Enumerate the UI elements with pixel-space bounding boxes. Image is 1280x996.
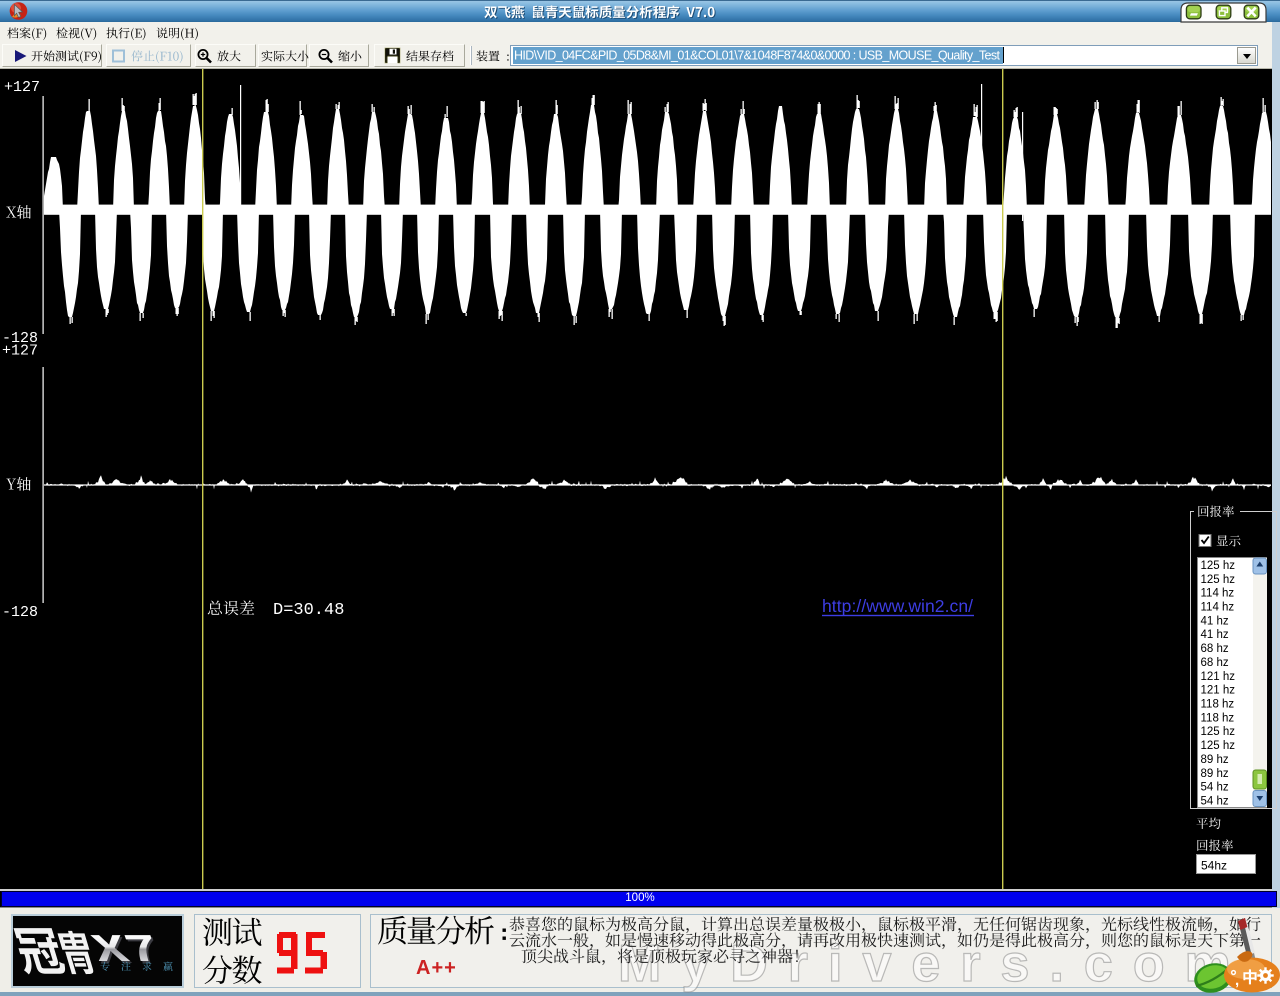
svg-text:125 hz: 125 hz	[1201, 740, 1236, 752]
svg-text:41 hz: 41 hz	[1201, 629, 1229, 641]
svg-text:+127: +127	[2, 343, 38, 360]
svg-text:HID\VID_04FC&PID_05D8&MI_01&CO: HID\VID_04FC&PID_05D8&MI_01&COL01\7&1048…	[514, 49, 1001, 63]
svg-text:A++: A++	[416, 957, 457, 979]
svg-text:89 hz: 89 hz	[1201, 754, 1229, 766]
svg-text:http://www.win2.cn/: http://www.win2.cn/	[822, 596, 973, 616]
svg-text:89 hz: 89 hz	[1201, 768, 1229, 780]
svg-text:125 hz: 125 hz	[1201, 574, 1236, 586]
svg-text:125 hz: 125 hz	[1201, 726, 1236, 738]
svg-text:54 hz: 54 hz	[1201, 782, 1229, 794]
svg-text:+127: +127	[4, 79, 40, 96]
svg-text:125 hz: 125 hz	[1201, 560, 1236, 572]
svg-text:114 hz: 114 hz	[1201, 588, 1235, 600]
svg-text:54 hz: 54 hz	[1201, 796, 1229, 808]
svg-text:-128: -128	[2, 604, 38, 621]
svg-text:121 hz: 121 hz	[1201, 685, 1236, 697]
svg-text:D=30.48: D=30.48	[273, 601, 344, 620]
svg-text:54hz: 54hz	[1201, 859, 1227, 873]
svg-text:118 hz: 118 hz	[1201, 699, 1235, 711]
svg-text:68 hz: 68 hz	[1201, 643, 1229, 655]
svg-text:41 hz: 41 hz	[1201, 615, 1229, 627]
svg-text:118 hz: 118 hz	[1201, 712, 1235, 724]
svg-text:121 hz: 121 hz	[1201, 671, 1236, 683]
svg-text:,: ,	[1235, 972, 1239, 989]
svg-text:114 hz: 114 hz	[1201, 602, 1235, 614]
svg-text:68 hz: 68 hz	[1201, 657, 1229, 669]
